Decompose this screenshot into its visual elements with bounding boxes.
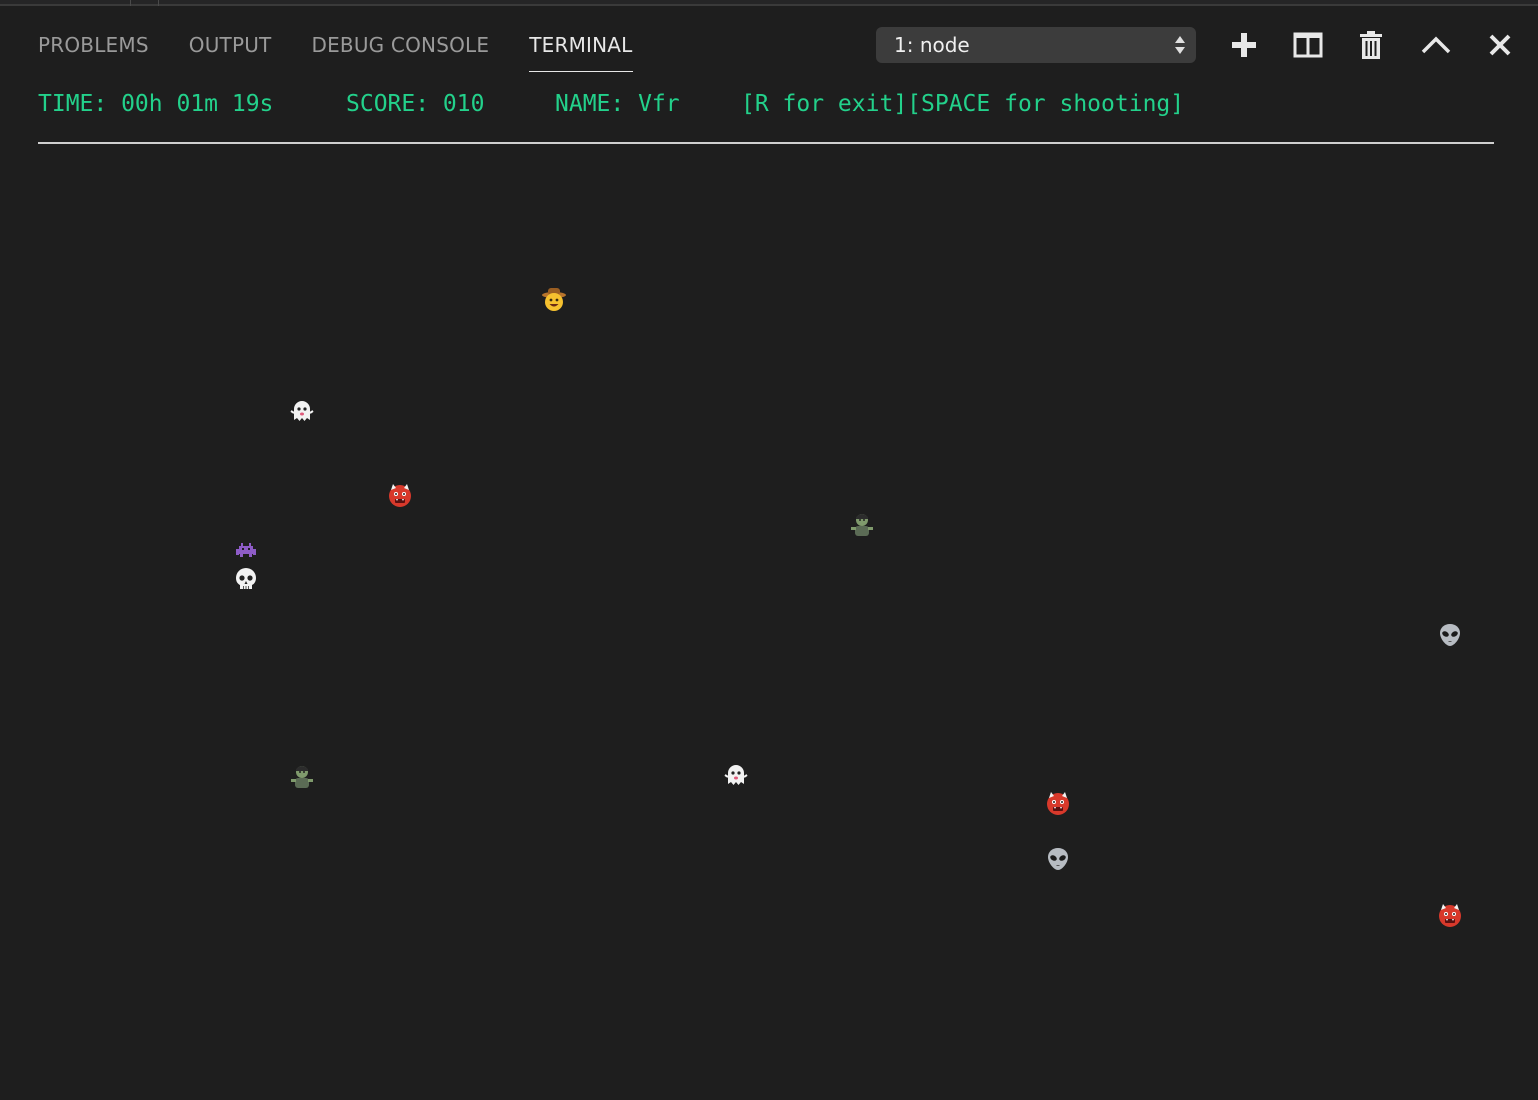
ghost-icon [723, 762, 749, 788]
vscode-panel: PROBLEMS OUTPUT DEBUG CONSOLE TERMINAL 1… [0, 0, 1538, 1100]
tab-problems[interactable]: PROBLEMS [38, 8, 149, 74]
alien-icon [1045, 846, 1071, 872]
zombie-icon [849, 511, 875, 537]
ogre-icon [387, 482, 413, 508]
ogre-icon [1045, 790, 1071, 816]
select-arrows-icon [1175, 36, 1185, 54]
terminal-select[interactable]: 1: node [876, 27, 1196, 63]
chevron-up-icon[interactable] [1419, 28, 1453, 62]
editor-tab-strip [0, 0, 1538, 6]
strip-divider [130, 0, 131, 6]
ogre-icon [1437, 902, 1463, 928]
skull-icon [233, 566, 259, 592]
tab-terminal[interactable]: TERMINAL [529, 8, 633, 74]
close-icon[interactable] [1483, 28, 1517, 62]
space-invader-icon [233, 538, 259, 564]
score-readout: SCORE: 010 [346, 91, 485, 117]
panel-tabs: PROBLEMS OUTPUT DEBUG CONSOLE TERMINAL [38, 8, 673, 74]
tab-debug-console[interactable]: DEBUG CONSOLE [311, 8, 489, 74]
controls-help: [R for exit][SPACE for shooting] [741, 91, 1185, 117]
panel-header: PROBLEMS OUTPUT DEBUG CONSOLE TERMINAL 1… [0, 8, 1538, 74]
new-terminal-icon[interactable] [1227, 28, 1261, 62]
zombie-icon [289, 763, 315, 789]
terminal-select-value: 1: node [894, 33, 970, 57]
player-name: NAME: Vfr [555, 91, 680, 117]
trash-icon[interactable] [1354, 28, 1388, 62]
split-terminal-icon[interactable] [1291, 28, 1325, 62]
time-readout: TIME: 00h 01m 19s [38, 91, 274, 117]
hud-divider [38, 142, 1494, 144]
strip-divider [158, 0, 159, 6]
tab-output[interactable]: OUTPUT [189, 8, 272, 74]
ghost-icon [289, 398, 315, 424]
alien-icon [1437, 622, 1463, 648]
player-cowboy-icon [541, 286, 567, 312]
